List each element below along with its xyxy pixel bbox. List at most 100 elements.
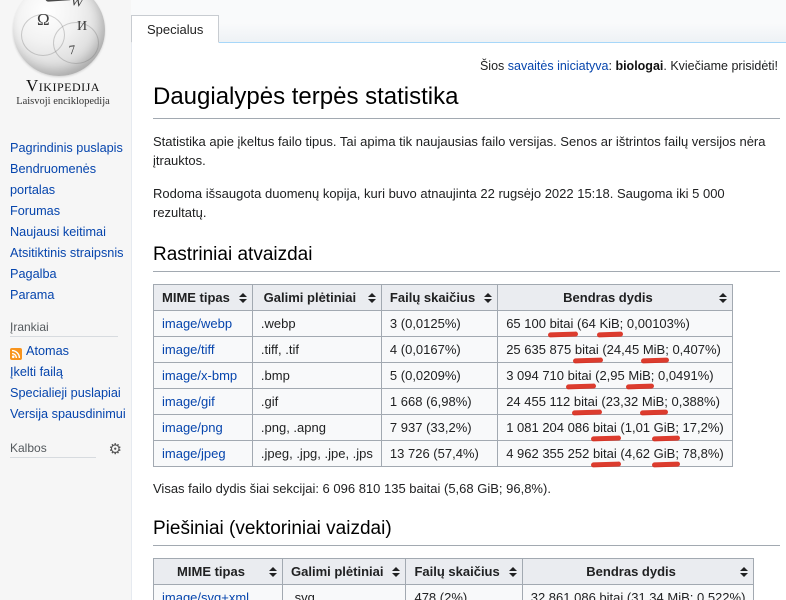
mime-type-link[interactable]: image/svg+xml (162, 590, 249, 600)
intro-paragraph-2: Rodoma išsaugota duomenų kopija, kuri bu… (153, 185, 780, 223)
sidebar-link-naujausi-keitimai[interactable]: Naujausi keitimai (10, 225, 106, 239)
sidebar-link-parama[interactable]: Parama (10, 288, 54, 302)
logo-tagline: Laisvoji enciklopedija (0, 96, 126, 107)
mime-type-cell: image/gif (154, 389, 253, 415)
sidebar-tool-versija-spausdinimui[interactable]: Versija spausdinimui (10, 404, 131, 425)
sidebar-link-forumas[interactable]: Forumas (10, 204, 60, 218)
mime-type-link[interactable]: image/webp (162, 316, 232, 331)
sort-icon (484, 292, 492, 304)
sidebar-tool-atomas[interactable]: Atomas (10, 341, 131, 362)
table-body: image/webp.webp3 (0,0125%)65 100 bitai (… (154, 311, 733, 467)
size-text: 1 081 204 086 (506, 420, 593, 435)
size-text: (64 (573, 316, 599, 331)
table-header-row: MIME tipasGalimi plėtiniaiFailų skaičius… (154, 559, 754, 585)
sidebar-tools-label: Įrankiai (10, 320, 118, 337)
mime-type-cell: image/tiff (154, 337, 253, 363)
sidebar-link-bendruomen-s-portalas[interactable]: Bendruomenės portalas (10, 162, 96, 197)
sort-icon (509, 566, 517, 578)
mime-type-cell: image/png (154, 415, 253, 441)
site-notice-text: . Kviečiame prisidėti! (663, 59, 778, 73)
intro-paragraph-1: Statistika apie įkeltus failo tipus. Tai… (153, 133, 780, 171)
extensions-cell: .svg (283, 585, 406, 600)
column-header-fail-skai-ius[interactable]: Failų skaičius (406, 559, 522, 585)
file-count-cell: 13 726 (57,4%) (381, 441, 497, 467)
sidebar-link-atsitiktinis-straipsnis[interactable]: Atsitiktinis straipsnis (10, 246, 124, 260)
column-header-galimi-pl-tiniai[interactable]: Galimi plėtiniai (283, 559, 406, 585)
globe-seam (53, 22, 99, 64)
sidebar-tools: AtomasĮkelti failąSpecialieji puslapiaiV… (10, 341, 131, 425)
size-text: ; 17,2%) (675, 420, 723, 435)
table-row: image/webp.webp3 (0,0125%)65 100 bitai (… (154, 311, 733, 337)
total-size-cell: 25 635 875 bitai (24,45 MiB; 0,407%) (498, 337, 733, 363)
red-underline-annotation: GiB (654, 446, 676, 461)
section-heading: Piešiniai (vektoriniai vaizdai) (153, 518, 780, 546)
initiative-link[interactable]: savaitės iniciatyva (508, 59, 609, 73)
red-underline-annotation: bitai (599, 590, 623, 600)
table-row: image/tiff.tiff, .tif4 (0,0167%)25 635 8… (154, 337, 733, 363)
table-head: MIME tipasGalimi plėtiniaiFailų skaičius… (154, 285, 733, 311)
red-underline-annotation: MiB (628, 368, 650, 383)
sidebar-nav-item: Pagrindinis puslapis (10, 138, 131, 159)
size-text: (23,32 (598, 394, 642, 409)
site-notice: Šios savaitės iniciatyva: biologai. Kvie… (153, 59, 778, 73)
sidebar-tool-item: Įkelti failą (10, 362, 131, 383)
sidebar-nav-item: Naujausi keitimai (10, 222, 131, 243)
mime-type-cell: image/jpeg (154, 441, 253, 467)
red-underline-annotation: MiB (642, 394, 664, 409)
red-underline-annotation: bitai (550, 316, 574, 331)
file-count-cell: 5 (0,0209%) (381, 363, 497, 389)
sidebar-nav-item: Parama (10, 285, 131, 306)
column-header-mime-tipas[interactable]: MIME tipas (154, 285, 253, 311)
mime-type-link[interactable]: image/gif (162, 394, 215, 409)
red-underline-annotation: MiB (667, 590, 689, 600)
sidebar-tool-item: Specialieji puslapiai (10, 383, 131, 404)
column-header-label: Bendras dydis (586, 564, 676, 579)
mime-type-link[interactable]: image/tiff (162, 342, 215, 357)
content-area: Šios savaitės iniciatyva: biologai. Kvie… (131, 43, 786, 600)
red-underline-annotation: bitai (593, 446, 617, 461)
sidebar-tool-specialieji-puslapiai[interactable]: Specialieji puslapiai (10, 383, 131, 404)
column-header-fail-skai-ius[interactable]: Failų skaičius (381, 285, 497, 311)
column-header-bendras-dydis[interactable]: Bendras dydis (522, 559, 754, 585)
mime-type-link[interactable]: image/x-bmp (162, 368, 237, 383)
column-header-bendras-dydis[interactable]: Bendras dydis (498, 285, 733, 311)
globe-glyph: W (69, 0, 84, 11)
file-count-cell: 478 (2%) (406, 585, 522, 600)
red-underline-annotation: MiB (643, 342, 665, 357)
sort-icon (368, 292, 376, 304)
globe-glyph: 7 (68, 42, 76, 59)
mime-type-link[interactable]: image/png (162, 420, 223, 435)
initiative-topic: biologai (615, 59, 663, 73)
rss-feed-icon (10, 346, 22, 358)
sidebar-nav-item: Pagalba (10, 264, 131, 285)
size-text: ; 0,0491%) (651, 368, 714, 383)
sidebar-link-pagrindinis-puslapis[interactable]: Pagrindinis puslapis (10, 141, 123, 155)
sort-icon (239, 292, 247, 304)
size-text: (24,45 (599, 342, 643, 357)
mime-type-cell: image/webp (154, 311, 253, 337)
column-header-galimi-pl-tiniai[interactable]: Galimi plėtiniai (252, 285, 381, 311)
sidebar-link-pagalba[interactable]: Pagalba (10, 267, 57, 281)
sidebar-languages-label: Kalbos (10, 441, 96, 458)
globe-glyph: И (77, 19, 87, 35)
file-count-cell: 1 668 (6,98%) (381, 389, 497, 415)
tab-specialus[interactable]: Specialus (131, 15, 219, 43)
sidebar-tool--kelti-fail-[interactable]: Įkelti failą (10, 362, 131, 383)
globe-glyph: Ω (37, 10, 50, 30)
mime-type-link[interactable]: image/jpeg (162, 446, 226, 461)
extensions-cell: .tiff, .tif (252, 337, 381, 363)
mime-stats-table: MIME tipasGalimi plėtiniaiFailų skaičius… (153, 284, 733, 467)
section-raster-images: Rastriniai atvaizdai MIME tipasGalimi plė… (153, 244, 780, 496)
sidebar-tool-label: Įkelti failą (10, 362, 63, 383)
gear-icon[interactable]: ⚙ (109, 442, 122, 457)
wikipedia-logo[interactable]: Ω W И 7 Vikipedija Laisvoji enciklopedij… (0, 0, 131, 118)
column-header-mime-tipas[interactable]: MIME tipas (154, 559, 283, 585)
size-text: (31,34 (623, 590, 667, 600)
size-text: ; 0,522%) (690, 590, 746, 600)
size-text: ; 0,407%) (665, 342, 721, 357)
site-notice-text: Šios (480, 59, 508, 73)
extensions-cell: .bmp (252, 363, 381, 389)
table-body: image/svg+xml.svg478 (2%)32 861 086 bita… (154, 585, 754, 600)
total-size-cell: 3 094 710 bitai (2,95 MiB; 0,0491%) (498, 363, 733, 389)
section-heading: Rastriniai atvaizdai (153, 244, 780, 272)
